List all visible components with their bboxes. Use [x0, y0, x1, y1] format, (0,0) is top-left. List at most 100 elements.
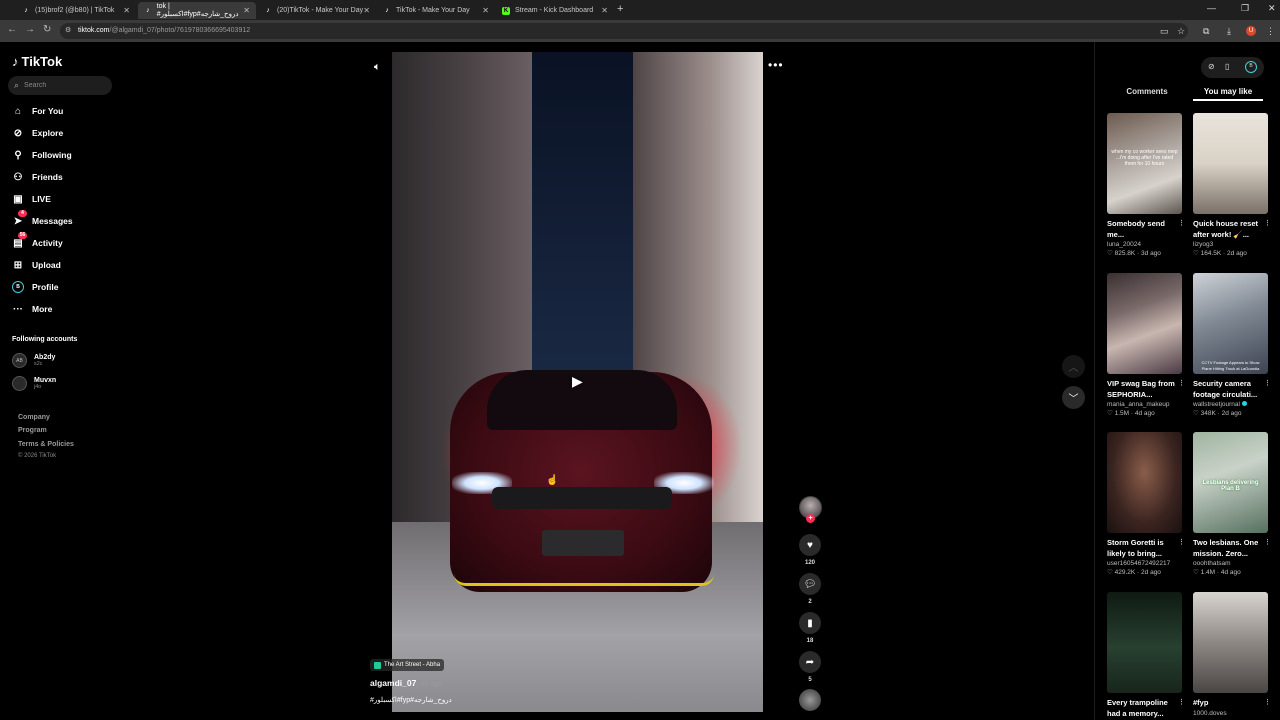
heart-icon: ♥: [807, 539, 813, 551]
card-menu-icon[interactable]: ⋮: [1264, 538, 1269, 549]
suggested-video-card[interactable]: Storm Goretti is likely to bring... ⋮ use…: [1107, 432, 1183, 576]
video-thumbnail[interactable]: [1193, 592, 1268, 693]
nav-following[interactable]: ⚲ Following: [12, 147, 71, 163]
share-button[interactable]: ➦: [799, 651, 821, 673]
url-field[interactable]: tiktok.com/@algamdi_07/photo/76197803666…: [60, 23, 1188, 39]
site-info-icon[interactable]: ⚙: [65, 26, 71, 34]
close-tab-icon[interactable]: ✕: [601, 6, 608, 15]
play-icon[interactable]: ▶: [572, 373, 586, 389]
video-thumbnail[interactable]: when my co worker sees mep ...i'm doing …: [1107, 113, 1182, 214]
nav-live[interactable]: ▣ LIVE: [12, 191, 51, 207]
card-menu-icon[interactable]: ⋮: [1178, 219, 1183, 230]
browser-tab[interactable]: ♪ TikTok - Make Your Day ✕: [377, 2, 495, 19]
back-icon[interactable]: ←: [7, 24, 17, 35]
suggested-video-card[interactable]: CCTV Footage Appears to Show Plane Hitti…: [1193, 273, 1269, 417]
music-disc[interactable]: [799, 689, 821, 711]
footer-link-terms[interactable]: Terms & Policies: [18, 441, 74, 448]
browser-profile-avatar[interactable]: U: [1246, 26, 1256, 36]
copyright: © 2026 TikTok: [18, 453, 57, 459]
new-tab-button[interactable]: +: [617, 3, 623, 15]
video-thumbnail[interactable]: [1107, 592, 1182, 693]
nav-profile[interactable]: B Profile: [12, 279, 58, 295]
save-button[interactable]: ▮: [799, 612, 821, 634]
cast-icon[interactable]: ▭: [1160, 26, 1169, 37]
close-tab-icon[interactable]: ✕: [482, 6, 489, 15]
search-box[interactable]: ⌕: [8, 76, 112, 95]
extensions-icon[interactable]: ⧉: [1203, 26, 1209, 37]
browser-tab[interactable]: ♪ (15)brof2 (@b80) | TikTok ✕: [16, 2, 136, 19]
card-menu-icon[interactable]: ⋮: [1178, 698, 1183, 709]
video-thumbnail[interactable]: Lesbians delivering Plan B: [1193, 432, 1268, 533]
card-menu-icon[interactable]: ⋮: [1264, 379, 1269, 390]
nav-explore[interactable]: ⊘ Explore: [12, 125, 63, 141]
suggested-video-card[interactable]: when my co worker sees mep ...i'm doing …: [1107, 113, 1183, 257]
close-window-icon[interactable]: ✕: [1268, 3, 1276, 14]
tab-comments[interactable]: Comments: [1107, 87, 1187, 96]
suggested-video-card[interactable]: VIP swag Bag from SEPHORIA... ⋮ mania_ann…: [1107, 273, 1183, 417]
nav-upload[interactable]: ⊞ Upload: [12, 257, 61, 273]
profile-icon[interactable]: B: [1245, 61, 1257, 73]
volume-icon[interactable]: 🔈︎: [374, 61, 381, 74]
nav-for-you[interactable]: ⌂ For You: [12, 103, 63, 119]
video-thumbnail[interactable]: [1107, 432, 1182, 533]
footer-link-program[interactable]: Program: [18, 427, 47, 434]
suggested-video-card[interactable]: Quick house reset after work! 🧹... ⋮ lizy…: [1193, 113, 1269, 257]
post-more-icon[interactable]: •••: [768, 58, 784, 72]
download-icon[interactable]: ⤓: [1227, 26, 1231, 37]
previous-post-button[interactable]: ︿: [1062, 355, 1085, 378]
card-author[interactable]: lizyog3: [1193, 241, 1269, 248]
suggested-video-card[interactable]: Lesbians delivering Plan B Two lesbians.…: [1193, 432, 1269, 576]
comment-button[interactable]: 💬︎: [799, 573, 821, 595]
follow-plus-button[interactable]: +: [806, 514, 815, 523]
verified-badge-icon: [1241, 401, 1247, 406]
minimize-icon[interactable]: —: [1207, 3, 1216, 13]
reload-icon[interactable]: ↻: [43, 24, 51, 35]
card-author[interactable]: 1000.doves: [1193, 710, 1269, 717]
browser-tab[interactable]: ♪ (20)TikTok - Make Your Day ✕: [258, 2, 376, 19]
compass-icon[interactable]: ⊘: [1208, 62, 1215, 71]
restore-icon[interactable]: ❐: [1241, 3, 1249, 14]
card-author[interactable]: ooohthatsam: [1193, 560, 1269, 567]
video-thumbnail[interactable]: [1193, 113, 1268, 214]
nav-activity[interactable]: ▤ 56 Activity: [12, 232, 63, 251]
menu-kebab-icon[interactable]: ⋮: [1266, 26, 1275, 37]
device-icon[interactable]: ▯: [1225, 62, 1229, 71]
suggested-video-card[interactable]: #fyp ⋮ 1000.doves: [1193, 592, 1269, 717]
tiktok-icon: ♪: [266, 7, 270, 14]
video-thumbnail[interactable]: CCTV Footage Appears to Show Plane Hitti…: [1193, 273, 1268, 374]
nav-more[interactable]: ··· More: [12, 301, 52, 317]
nav-friends[interactable]: ⚇ Friends: [12, 169, 63, 185]
footer-link-company[interactable]: Company: [18, 414, 50, 421]
like-button[interactable]: ♥: [799, 534, 821, 556]
card-author[interactable]: luna_20024: [1107, 241, 1183, 248]
card-menu-icon[interactable]: ⋮: [1178, 538, 1183, 549]
card-menu-icon[interactable]: ⋮: [1264, 219, 1269, 230]
following-account[interactable]: AB Ab2dy s2c: [12, 353, 55, 368]
video-thumbnail[interactable]: [1107, 273, 1182, 374]
close-tab-icon[interactable]: ✕: [123, 6, 130, 15]
card-menu-icon[interactable]: ⋮: [1178, 379, 1183, 390]
forward-icon[interactable]: →: [25, 24, 35, 35]
suggested-video-card[interactable]: Every trampoline had a memory... ⋮: [1107, 592, 1183, 719]
search-input[interactable]: [24, 82, 105, 89]
tiktok-logo[interactable]: ♪ TikTok: [12, 54, 62, 69]
browser-tab-active[interactable]: ♪ tok | #اكسبلور#fyp#دروح_شارجه ✕: [138, 2, 256, 19]
tab-you-may-like[interactable]: You may like: [1188, 87, 1268, 96]
post-caption[interactable]: #اكسبلور#fyp#دروح_شارجه: [370, 696, 452, 704]
messages-icon: ➤ 4: [12, 210, 27, 227]
next-post-button[interactable]: ﹀: [1062, 386, 1085, 409]
location-tag[interactable]: The Art Street - Abha: [370, 659, 445, 671]
card-author[interactable]: user16054672492217: [1107, 560, 1183, 567]
active-tab-indicator: [1193, 99, 1263, 101]
card-author[interactable]: mania_anna_makeup: [1107, 401, 1183, 408]
nav-messages[interactable]: ➤ 4 Messages: [12, 210, 73, 229]
card-menu-icon[interactable]: ⋮: [1264, 698, 1269, 709]
bookmark-star-icon[interactable]: ☆: [1177, 26, 1185, 37]
following-account[interactable]: Muvxn j4o: [12, 376, 56, 391]
browser-tab[interactable]: K Stream - Kick Dashboard ✕: [496, 2, 614, 19]
post-author[interactable]: algamdi_07 4d ago: [370, 678, 442, 688]
tiktok-icon: ♪: [385, 7, 389, 14]
card-author[interactable]: wallstreetjournal: [1193, 401, 1269, 408]
close-tab-icon[interactable]: ✕: [243, 6, 250, 15]
close-tab-icon[interactable]: ✕: [363, 6, 370, 15]
